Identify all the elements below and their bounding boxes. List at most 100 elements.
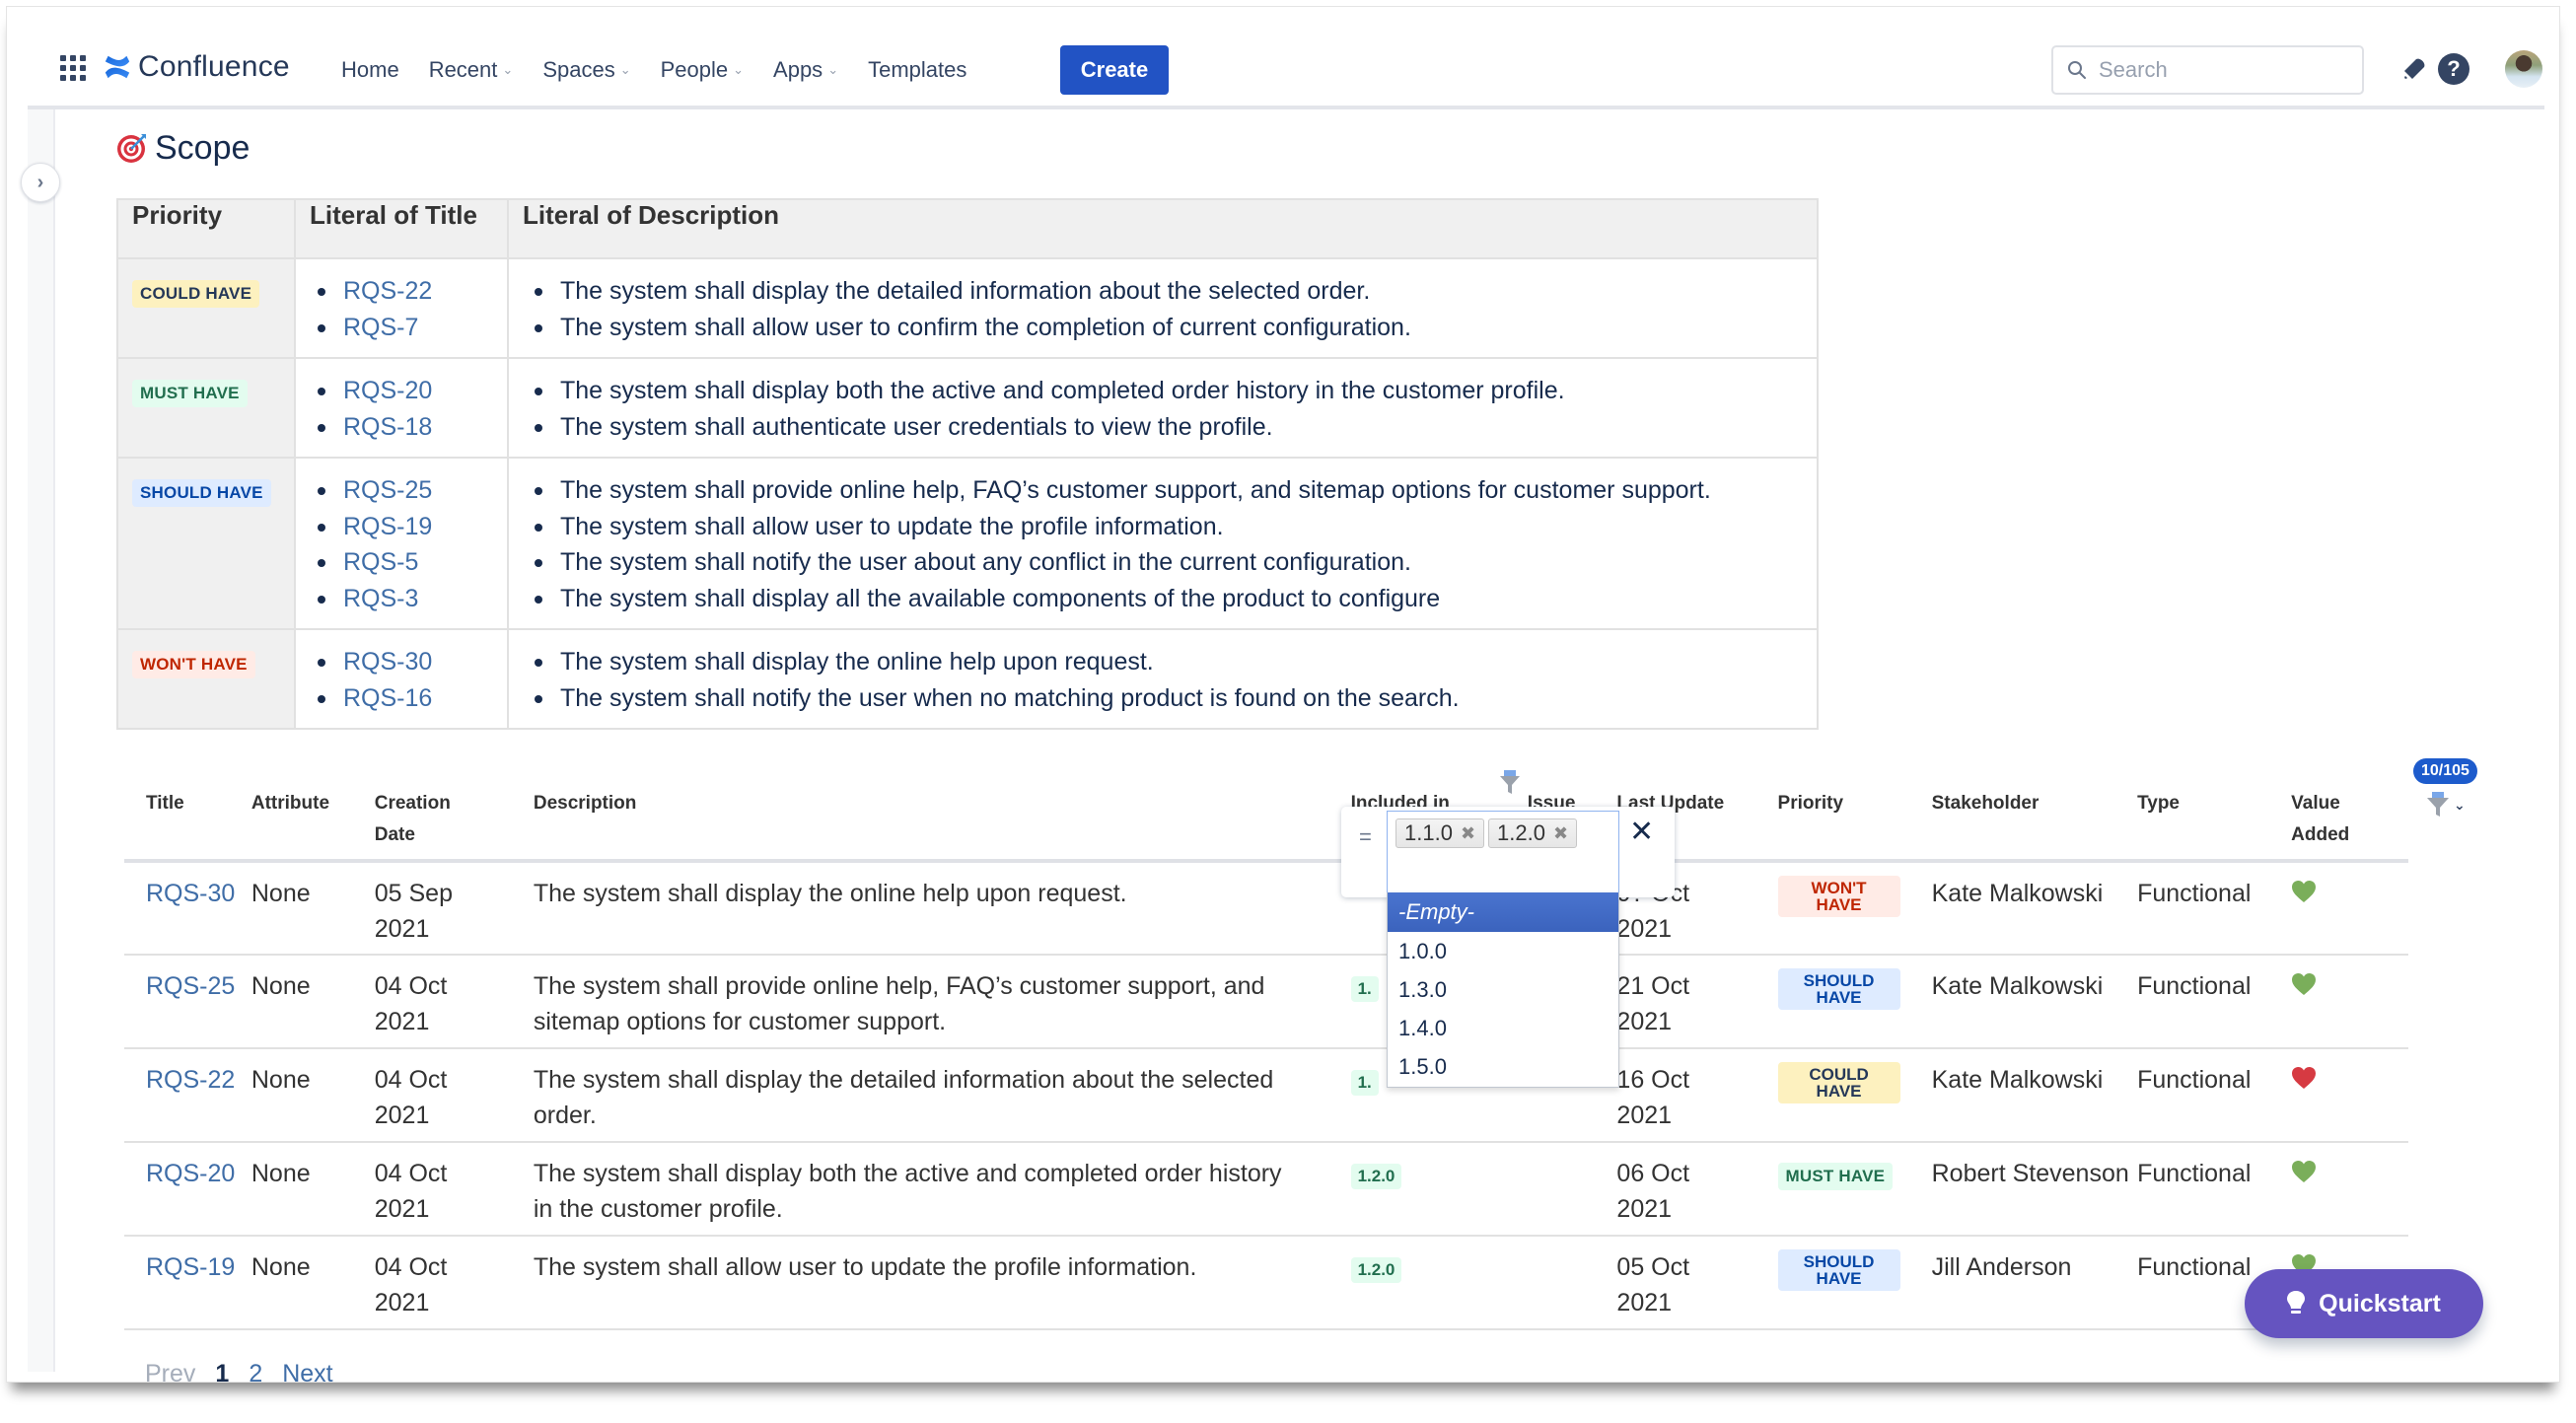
col-label: Value Added	[2291, 793, 2350, 845]
requirement-link[interactable]: RQS-20	[343, 377, 432, 404]
page-1-button[interactable]: 1	[215, 1360, 229, 1388]
priority-cell: COULD HAVE	[116, 257, 296, 359]
column-filter-button[interactable]	[1499, 770, 1521, 801]
description-cell: The system shall display the online help…	[533, 861, 1351, 956]
col-value-added[interactable]: Value Added	[2291, 766, 2408, 863]
close-filter-button[interactable]: ✕	[1629, 815, 1654, 849]
green-heart-icon	[2292, 973, 2317, 995]
chevron-right-icon: ›	[36, 171, 44, 193]
title-cell: RQS-20	[124, 1142, 251, 1237]
prev-page-button[interactable]: Prev	[145, 1360, 195, 1388]
confluence-logo[interactable]: Confluence	[103, 49, 290, 85]
user-avatar[interactable]	[2505, 50, 2542, 88]
requirements-table-header: Title Attribute Creation Date Descriptio…	[124, 766, 2408, 863]
version-multiselect[interactable]: 1.1.0 ✖ 1.2.0 ✖	[1387, 811, 1619, 893]
priority-cell: WON'T HAVE	[1777, 861, 1932, 956]
notifications-button[interactable]	[2397, 52, 2431, 86]
remove-tag-icon[interactable]: ✖	[1553, 823, 1568, 844]
requirement-link[interactable]: RQS-19	[343, 513, 432, 540]
nav-label: Recent	[428, 57, 498, 82]
page-2-button[interactable]: 2	[249, 1360, 262, 1388]
sidebar-toggle-button[interactable]: ›	[21, 163, 60, 202]
selected-tag[interactable]: 1.2.0 ✖	[1488, 818, 1578, 848]
chevron-down-icon: ⌄	[619, 62, 631, 77]
chevron-down-icon: ⌄	[502, 62, 514, 77]
table-filter-button[interactable]: ⌄	[2426, 792, 2466, 818]
priority-lozenge: SHOULD HAVE	[1777, 1249, 1900, 1291]
version-badge: 1.2.0	[1350, 1164, 1402, 1189]
requirement-link[interactable]: RQS-22	[146, 1066, 235, 1094]
table-row: RQS-19 None 04 Oct 2021 The system shall al…	[124, 1236, 2408, 1330]
section-title: Scope	[155, 128, 250, 167]
requirement-link[interactable]: RQS-30	[343, 648, 432, 676]
list-item: RQS-19	[314, 509, 507, 545]
requirement-link[interactable]: RQS-30	[146, 880, 235, 907]
last-update: 06 Oct 2021	[1616, 1160, 1690, 1223]
nav-spaces[interactable]: Spaces ⌄	[542, 57, 630, 83]
requirement-link[interactable]: RQS-7	[343, 314, 418, 341]
creation-date-cell: 05 Sep 2021	[374, 861, 534, 956]
requirement-link[interactable]: RQS-5	[343, 548, 418, 576]
col-attribute[interactable]: Attribute	[250, 766, 375, 863]
scope-row: MUST HAVE RQS-20 RQS-18 The system shall di…	[116, 357, 1819, 459]
option-empty[interactable]: -Empty-	[1388, 892, 1618, 932]
requirement-link[interactable]: RQS-22	[343, 277, 432, 305]
requirement-link[interactable]: RQS-16	[343, 684, 432, 712]
description-item: The system shall display both the active…	[531, 373, 1817, 409]
target-icon	[117, 134, 146, 163]
col-type[interactable]: Type	[2137, 766, 2292, 863]
app-switcher-icon[interactable]	[60, 55, 86, 81]
description-item: The system shall provide online help, FA…	[531, 472, 1817, 509]
priority-cell: SHOULD HAVE	[1777, 1236, 1932, 1330]
search-field[interactable]	[2051, 45, 2364, 95]
nav-recent[interactable]: Recent ⌄	[429, 57, 514, 83]
nav-home[interactable]: Home	[341, 57, 399, 83]
priority-lozenge: COULD HAVE	[132, 280, 260, 308]
nav-label: Templates	[868, 57, 967, 82]
list-item: RQS-3	[314, 581, 507, 617]
sidebar-collapsed	[28, 109, 55, 1372]
filter-operator[interactable]: =	[1359, 824, 1372, 850]
col-description[interactable]: Description	[533, 766, 1351, 863]
requirements-table: Title Attribute Creation Date Descriptio…	[124, 766, 2408, 1330]
nav-label: Home	[341, 57, 399, 82]
main-nav: Home Recent ⌄ Spaces ⌄ People ⌄ Apps ⌄ Templ…	[341, 52, 996, 88]
nav-people[interactable]: People ⌄	[661, 57, 744, 83]
option-1-0-0[interactable]: 1.0.0	[1388, 932, 1618, 970]
requirement-link[interactable]: RQS-25	[343, 476, 432, 504]
type-cell: Functional	[2137, 1048, 2292, 1143]
col-stakeholder[interactable]: Stakeholder	[1931, 766, 2138, 863]
col-priority[interactable]: Priority	[1777, 766, 1932, 863]
requirement-link[interactable]: RQS-20	[146, 1160, 235, 1187]
attribute-cell: None	[250, 861, 375, 956]
requirement-link[interactable]: RQS-25	[146, 972, 235, 1000]
browser-window: Confluence Home Recent ⌄ Spaces ⌄ People ⌄ …	[6, 6, 2560, 1387]
col-creation-date[interactable]: Creation Date	[374, 766, 534, 863]
last-update-cell: 06 Oct 2021	[1616, 1142, 1778, 1237]
option-1-4-0[interactable]: 1.4.0	[1388, 1009, 1618, 1047]
selected-tag[interactable]: 1.1.0 ✖	[1395, 818, 1485, 848]
option-1-5-0[interactable]: 1.5.0	[1388, 1047, 1618, 1086]
stakeholder-cell: Jill Anderson	[1931, 1236, 2138, 1330]
nav-templates[interactable]: Templates	[868, 57, 966, 83]
description-item: The system shall allow user to confirm t…	[531, 310, 1817, 346]
help-button[interactable]: ?	[2437, 52, 2470, 86]
col-title[interactable]: Title	[124, 766, 251, 863]
search-input[interactable]	[2099, 57, 2345, 83]
quickstart-button[interactable]: Quickstart	[2245, 1269, 2483, 1338]
top-navigation: Confluence Home Recent ⌄ Spaces ⌄ People ⌄ …	[28, 7, 2544, 109]
priority-cell: SHOULD HAVE	[1777, 955, 1932, 1049]
nav-apps[interactable]: Apps ⌄	[773, 57, 838, 83]
requirement-link[interactable]: RQS-3	[343, 585, 418, 612]
notifications-icon	[2404, 58, 2425, 79]
requirement-link[interactable]: RQS-18	[343, 413, 432, 441]
remove-tag-icon[interactable]: ✖	[1461, 823, 1475, 844]
pagination: Prev 1 2 Next	[145, 1360, 353, 1388]
next-page-button[interactable]: Next	[282, 1360, 332, 1388]
requirement-link[interactable]: RQS-19	[146, 1253, 235, 1281]
chevron-down-icon: ⌄	[827, 62, 839, 77]
last-update-cell: 21 Oct 2021	[1616, 955, 1778, 1049]
create-button[interactable]: Create	[1060, 45, 1169, 95]
priority-lozenge: MUST HAVE	[132, 380, 248, 407]
option-1-3-0[interactable]: 1.3.0	[1388, 970, 1618, 1009]
